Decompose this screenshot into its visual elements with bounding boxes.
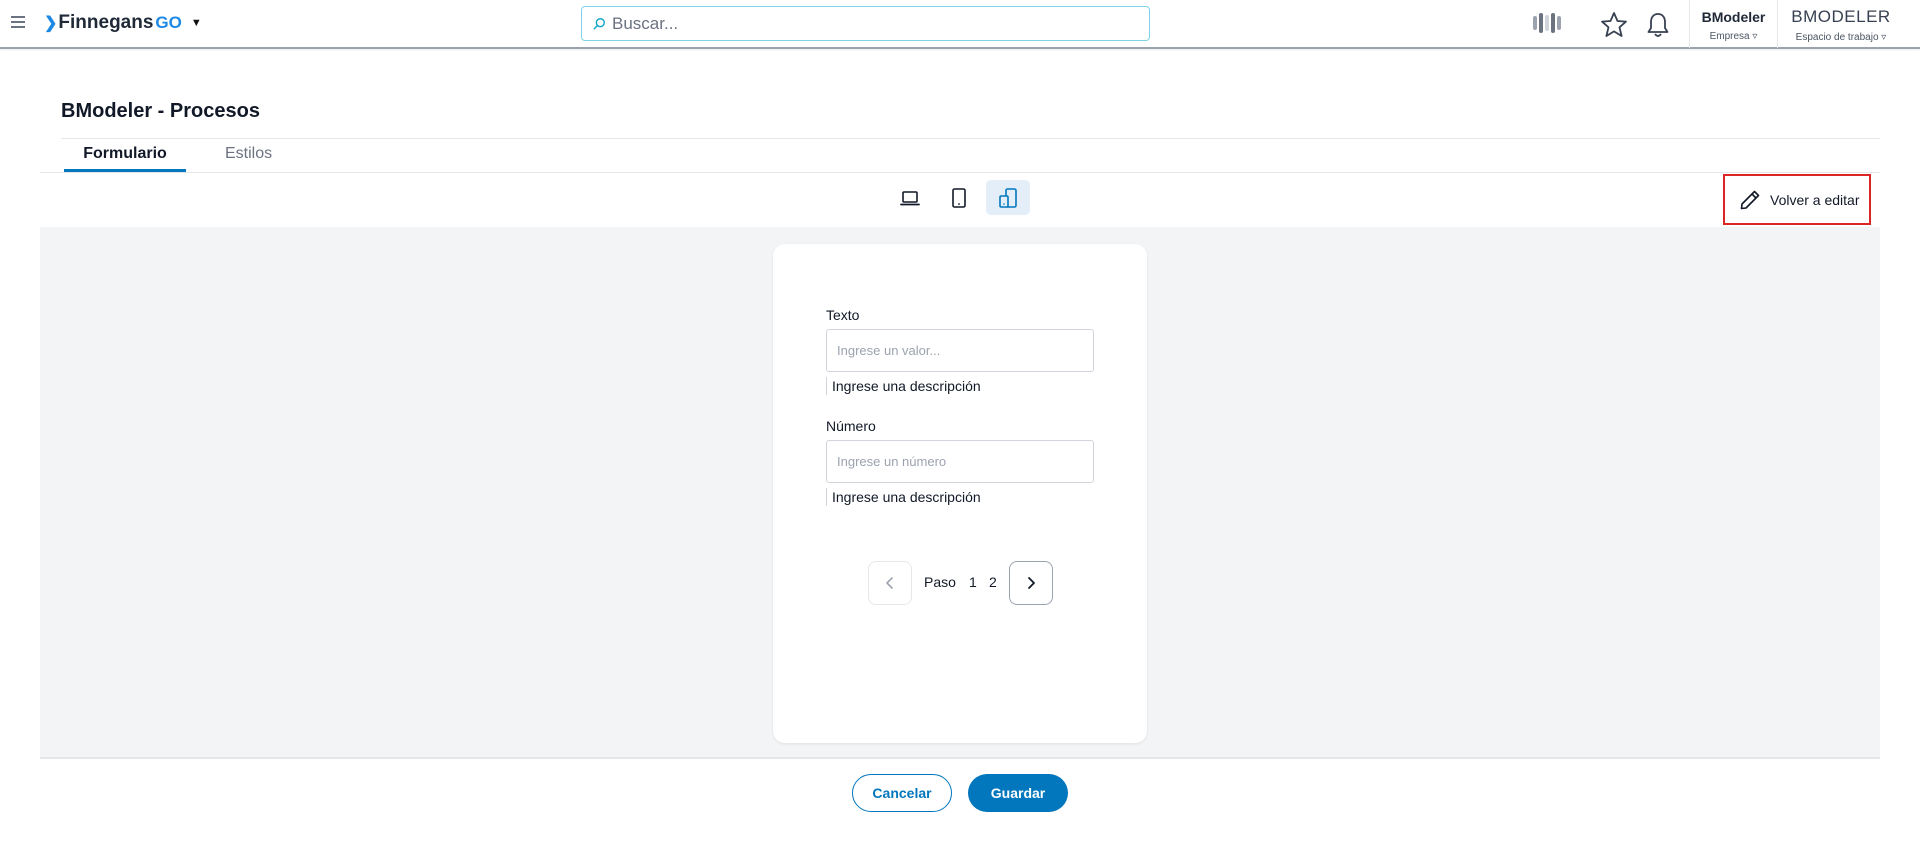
edit-button[interactable]: Volver a editar	[1723, 174, 1871, 225]
form-preview-card: Texto Ingrese una descripción Número Ing…	[773, 244, 1147, 743]
prev-step-button[interactable]	[868, 561, 912, 605]
chevron-left-icon	[886, 577, 893, 589]
cancel-button[interactable]: Cancelar	[852, 774, 952, 812]
tab-bar: Formulario Estilos	[64, 140, 294, 172]
bell-icon[interactable]	[1645, 11, 1671, 39]
company-label: Empresa ▿	[1709, 31, 1758, 42]
brand-icon	[1533, 13, 1561, 33]
laptop-view-button[interactable]	[888, 180, 932, 215]
company-selector[interactable]: BModeler Empresa ▿	[1689, 0, 1777, 48]
tablet-view-button[interactable]	[937, 180, 981, 215]
page-title: BModeler - Procesos	[61, 100, 260, 122]
step-pager: Paso 1 2	[868, 561, 1053, 605]
next-step-button[interactable]	[1009, 561, 1053, 605]
tab-formulario[interactable]: Formulario	[64, 140, 186, 172]
caret-down-icon[interactable]: ▼	[191, 17, 202, 29]
company-name: BModeler	[1701, 9, 1766, 25]
chevron-right-icon	[1028, 577, 1035, 589]
field-description: Ingrese una descripción	[826, 488, 981, 506]
menu-icon[interactable]	[11, 16, 25, 28]
step-number[interactable]: 2	[989, 574, 997, 590]
search-input[interactable]	[612, 13, 1112, 34]
save-button[interactable]: Guardar	[968, 774, 1068, 812]
mobile-view-button[interactable]	[986, 180, 1030, 215]
search-icon	[593, 17, 605, 30]
laptop-icon	[900, 190, 920, 205]
workspace-selector[interactable]: BMODELER Espacio de trabajo ▿	[1777, 0, 1904, 48]
tablet-icon	[952, 187, 966, 208]
workspace-name: BMODELER	[1791, 7, 1891, 26]
pencil-icon	[1740, 190, 1760, 209]
search-bar[interactable]	[581, 6, 1150, 41]
step-label: Paso	[924, 574, 956, 590]
mobile-icon	[999, 187, 1017, 208]
divider	[61, 138, 1880, 139]
workspace-label: Espacio de trabajo ▿	[1795, 32, 1887, 43]
tab-estilos[interactable]: Estilos	[186, 140, 294, 172]
field-description: Ingrese una descripción	[826, 377, 981, 395]
app-logo[interactable]: ❯ Finnegans GO ▼	[44, 12, 202, 34]
texto-input[interactable]	[826, 329, 1094, 372]
field-label-numero: Número	[826, 418, 876, 434]
logo-chevron-icon: ❯	[44, 15, 58, 32]
logo-suffix: GO	[155, 13, 182, 32]
divider	[40, 172, 1880, 173]
star-icon[interactable]	[1599, 10, 1629, 40]
field-label-texto: Texto	[826, 307, 860, 323]
edit-button-label: Volver a editar	[1770, 191, 1860, 208]
step-number[interactable]: 1	[969, 574, 977, 590]
logo-text: Finnegans	[58, 12, 154, 33]
numero-input[interactable]	[826, 440, 1094, 483]
top-bar: ❯ Finnegans GO ▼ BModeler Empresa ▿ BMOD…	[0, 0, 1920, 49]
